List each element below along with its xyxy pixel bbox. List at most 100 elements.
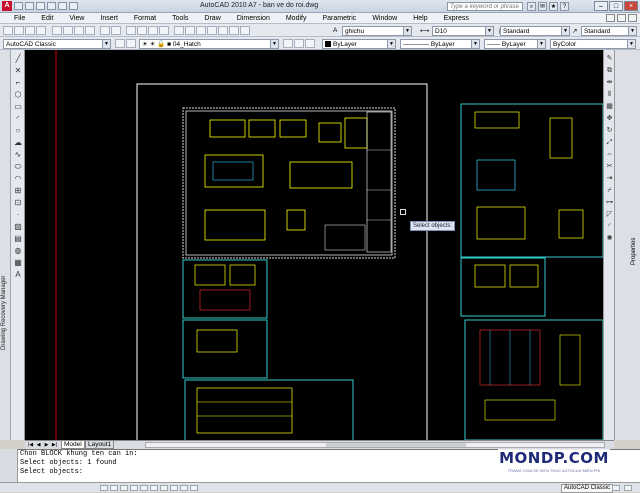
- first-tab-icon[interactable]: |◀: [27, 442, 34, 448]
- horizontal-scrollbar[interactable]: [145, 442, 605, 448]
- mtext-icon[interactable]: A: [13, 270, 23, 280]
- save-icon[interactable]: [25, 26, 35, 35]
- doc-restore-icon[interactable]: [617, 14, 626, 22]
- save-icon[interactable]: [36, 2, 45, 10]
- array-icon[interactable]: ▦: [605, 102, 614, 111]
- snap-icon[interactable]: [100, 485, 108, 491]
- copy-icon[interactable]: [63, 26, 73, 35]
- menu-dimension[interactable]: Dimension: [229, 13, 278, 24]
- region-icon[interactable]: ◍: [13, 246, 23, 256]
- otrack-icon[interactable]: [150, 485, 158, 491]
- break-icon[interactable]: ⌿: [605, 186, 614, 195]
- menu-modify[interactable]: Modify: [278, 13, 315, 24]
- quick-properties-icon[interactable]: [190, 485, 198, 491]
- explode-icon[interactable]: ✺: [605, 234, 614, 243]
- properties-palette[interactable]: Properties: [614, 50, 640, 440]
- chevron-down-icon[interactable]: ▼: [471, 40, 479, 48]
- menu-view[interactable]: View: [61, 13, 92, 24]
- layer-match-icon[interactable]: [305, 39, 315, 48]
- menu-window[interactable]: Window: [364, 13, 405, 24]
- chevron-down-icon[interactable]: ▼: [270, 40, 278, 48]
- help-icon[interactable]: ?: [560, 2, 569, 11]
- star-icon[interactable]: ★: [549, 2, 558, 11]
- menu-format[interactable]: Format: [126, 13, 164, 24]
- scrollbar-thumb[interactable]: [326, 443, 466, 447]
- chevron-down-icon[interactable]: ▼: [628, 27, 636, 35]
- undo-icon[interactable]: [100, 26, 110, 35]
- zoom-previous-icon[interactable]: [159, 26, 169, 35]
- layer-select[interactable]: ☀ ☀ 🔓 ■ 04_Hatch ▼: [139, 39, 279, 49]
- polar-icon[interactable]: [130, 485, 138, 491]
- color-select[interactable]: ByLayer ▼: [322, 39, 396, 49]
- tab-layout1[interactable]: Layout1: [85, 441, 115, 449]
- gradient-icon[interactable]: ▤: [13, 234, 23, 244]
- chevron-down-icon[interactable]: ▼: [627, 40, 635, 48]
- extend-icon[interactable]: ⇥: [605, 174, 614, 183]
- undo-icon[interactable]: [47, 2, 56, 10]
- ortho-icon[interactable]: [120, 485, 128, 491]
- search-icon[interactable]: ⌕: [527, 2, 536, 11]
- properties-icon[interactable]: [174, 26, 184, 35]
- print-icon[interactable]: [69, 2, 78, 10]
- lock-icon[interactable]: [612, 485, 620, 491]
- ellipse-icon[interactable]: ⬭: [13, 162, 23, 172]
- chevron-down-icon[interactable]: ▼: [537, 40, 545, 48]
- redo-icon[interactable]: [58, 2, 67, 10]
- chevron-down-icon[interactable]: ▼: [387, 40, 395, 48]
- stretch-icon[interactable]: ⇔: [605, 150, 614, 159]
- ellipse-arc-icon[interactable]: ◠: [13, 174, 23, 184]
- search-input[interactable]: Type a keyword or phrase: [447, 2, 523, 11]
- workspace-settings-icon[interactable]: [115, 39, 125, 48]
- zoom-realtime-icon[interactable]: [137, 26, 147, 35]
- multileader-style-select[interactable]: Standard ▼: [581, 26, 637, 36]
- redo-icon[interactable]: [111, 26, 121, 35]
- layer-previous-icon[interactable]: [294, 39, 304, 48]
- design-center-icon[interactable]: [185, 26, 195, 35]
- command-line-grip[interactable]: [0, 449, 18, 482]
- menu-edit[interactable]: Edit: [33, 13, 61, 24]
- drawing-canvas[interactable]: Select objects:: [25, 50, 603, 440]
- next-tab-icon[interactable]: ▶: [43, 442, 50, 448]
- new-icon[interactable]: [14, 2, 23, 10]
- spline-icon[interactable]: ∿: [13, 150, 23, 160]
- erase-icon[interactable]: ✎: [605, 54, 614, 63]
- chevron-down-icon[interactable]: ▼: [403, 27, 411, 35]
- open-icon[interactable]: [25, 2, 34, 10]
- construction-line-icon[interactable]: ✕: [13, 66, 23, 76]
- revision-cloud-icon[interactable]: ☁: [13, 138, 23, 148]
- pan-icon[interactable]: [126, 26, 136, 35]
- menu-draw[interactable]: Draw: [196, 13, 228, 24]
- plot-style-select[interactable]: ByColor ▼: [550, 39, 636, 49]
- calculator-icon[interactable]: [229, 26, 239, 35]
- chevron-down-icon[interactable]: ▼: [561, 27, 569, 35]
- print-icon[interactable]: [36, 26, 46, 35]
- lineweight-icon[interactable]: [180, 485, 188, 491]
- clean-screen-icon[interactable]: [624, 485, 632, 491]
- point-icon[interactable]: ·: [13, 210, 23, 220]
- mirror-icon[interactable]: ⇹: [605, 78, 614, 87]
- layer-properties-icon[interactable]: [126, 39, 136, 48]
- menu-parametric[interactable]: Parametric: [314, 13, 364, 24]
- make-block-icon[interactable]: ⊡: [13, 198, 23, 208]
- cut-icon[interactable]: [52, 26, 62, 35]
- match-properties-icon[interactable]: [85, 26, 95, 35]
- menu-express[interactable]: Express: [436, 13, 477, 24]
- grid-icon[interactable]: [110, 485, 118, 491]
- sheet-set-icon[interactable]: [207, 26, 217, 35]
- workspace-select[interactable]: AutoCAD Classic ▼: [3, 39, 111, 49]
- menu-tools[interactable]: Tools: [164, 13, 196, 24]
- table-style-select[interactable]: Standard ▼: [500, 26, 570, 36]
- chevron-down-icon[interactable]: ▼: [485, 27, 493, 35]
- circle-icon[interactable]: ○: [13, 126, 23, 136]
- fillet-icon[interactable]: ◜: [605, 222, 614, 231]
- arc-icon[interactable]: ◜: [13, 114, 23, 124]
- menu-help[interactable]: Help: [405, 13, 435, 24]
- osnap-icon[interactable]: [140, 485, 148, 491]
- chamfer-icon[interactable]: ◸: [605, 210, 614, 219]
- doc-close-icon[interactable]: [628, 14, 637, 22]
- rectangle-icon[interactable]: ▭: [13, 102, 23, 112]
- tool-palettes-icon[interactable]: [196, 26, 206, 35]
- hatch-icon[interactable]: ▨: [13, 222, 23, 232]
- copy-object-icon[interactable]: ⧉: [605, 66, 614, 75]
- make-current-icon[interactable]: [283, 39, 293, 48]
